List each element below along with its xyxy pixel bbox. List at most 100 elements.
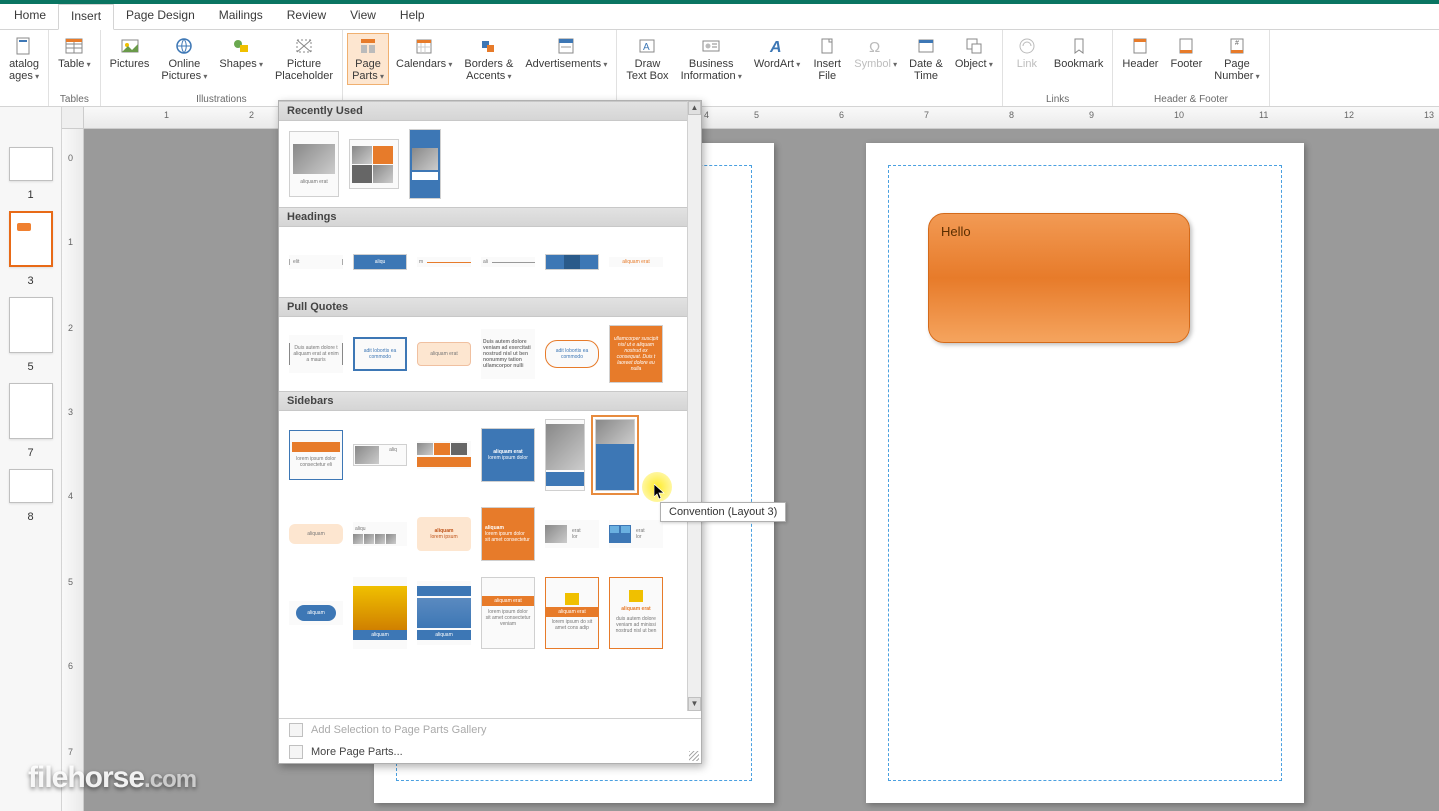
sidebar-thumb-11[interactable]: eratlor: [545, 520, 599, 548]
sidebar-thumb-16[interactable]: aliquam eratlorem ipsum dolor sit amet c…: [481, 577, 535, 649]
more-parts-icon: [289, 745, 303, 759]
footer-button[interactable]: Footer: [1165, 33, 1207, 73]
ruler-corner: [62, 107, 84, 129]
page-thumb-3[interactable]: [9, 211, 53, 267]
group-label-header-footer: Header & Footer: [1117, 93, 1264, 106]
pullquote-thumb-4[interactable]: Duis autem dolore veniam ad exercitati n…: [481, 329, 535, 379]
tab-home[interactable]: Home: [2, 4, 58, 29]
svg-text:A: A: [769, 39, 782, 56]
object-icon: [964, 36, 984, 56]
sidebar-thumb-7[interactable]: aliquam: [289, 524, 343, 544]
catalog-pages-button[interactable]: atalogages: [4, 33, 44, 85]
sidebar-thumb-12[interactable]: eratlor: [609, 520, 663, 548]
group-label-tables: Tables: [53, 93, 96, 106]
shapes-button[interactable]: Shapes: [214, 33, 268, 73]
page-parts-gallery: Recently Used aliquam erat Headings elit…: [278, 100, 702, 764]
page-thumb-8[interactable]: [9, 469, 53, 503]
recent-thumb-3[interactable]: [409, 129, 441, 199]
header-button[interactable]: Header: [1117, 33, 1163, 73]
section-recently-used: Recently Used: [279, 101, 687, 121]
sidebar-thumb-13[interactable]: aliquam: [289, 601, 343, 625]
heading-thumb-5[interactable]: [545, 254, 599, 270]
sidebar-thumb-10[interactable]: aliquamlorem ipsum dolor sit amet consec…: [481, 507, 535, 561]
tab-insert[interactable]: Insert: [58, 4, 114, 30]
section-pull-quotes: Pull Quotes: [279, 297, 687, 317]
hello-text: Hello: [941, 224, 971, 239]
page-right[interactable]: Hello: [866, 143, 1304, 803]
page-thumb-1[interactable]: [9, 147, 53, 181]
heading-thumb-1[interactable]: elit: [289, 255, 343, 269]
sidebar-thumb-6-convention-layout-3[interactable]: [595, 419, 635, 491]
resize-grip-icon[interactable]: [689, 751, 699, 761]
tab-mailings[interactable]: Mailings: [207, 4, 275, 29]
insert-file-button[interactable]: InsertFile: [807, 33, 847, 85]
symbol-button[interactable]: Ω Symbol: [849, 33, 902, 73]
wordart-icon: A: [767, 36, 787, 56]
sidebar-thumb-18[interactable]: aliquam eratduis autem dolore veniam ad …: [609, 577, 663, 649]
tab-help[interactable]: Help: [388, 4, 437, 29]
sidebar-thumb-17[interactable]: aliquam eratlorem ipsum do sit amet cons…: [545, 577, 599, 649]
pullquote-thumb-3[interactable]: aliquam erat: [417, 342, 471, 366]
wordart-button[interactable]: A WordArt: [749, 33, 805, 73]
heading-thumb-3[interactable]: m: [417, 257, 471, 267]
page-number-button[interactable]: # PageNumber: [1209, 33, 1264, 85]
page-parts-button[interactable]: PageParts: [347, 33, 389, 85]
add-selection-to-gallery: Add Selection to Page Parts Gallery: [279, 719, 701, 741]
sidebar-thumb-8[interactable]: aliqu: [353, 522, 407, 546]
recent-thumb-2[interactable]: [349, 139, 399, 189]
pullquote-thumb-5[interactable]: adit lobortis ea commodo: [545, 340, 599, 368]
picture-placeholder-icon: [294, 36, 314, 56]
date-time-button[interactable]: Date &Time: [904, 33, 948, 85]
watermark: filehorse.com: [28, 761, 196, 795]
tab-view[interactable]: View: [338, 4, 388, 29]
gallery-scrollbar[interactable]: ▲ ▼: [687, 101, 701, 711]
page-thumb-5[interactable]: [9, 297, 53, 353]
tab-review[interactable]: Review: [275, 4, 338, 29]
scroll-down-icon[interactable]: ▼: [688, 697, 701, 711]
picture-placeholder-button[interactable]: PicturePlaceholder: [270, 33, 338, 85]
online-pictures-button[interactable]: OnlinePictures: [156, 33, 212, 85]
sidebar-thumb-15[interactable]: aliquam: [417, 581, 471, 645]
tab-page-design[interactable]: Page Design: [114, 4, 207, 29]
more-page-parts[interactable]: More Page Parts...: [279, 741, 701, 763]
advertisements-button[interactable]: Advertisements: [520, 33, 612, 73]
heading-thumb-4[interactable]: ali: [481, 257, 535, 267]
hello-text-box[interactable]: Hello: [928, 213, 1190, 343]
recent-thumb-1[interactable]: aliquam erat: [289, 131, 339, 197]
sidebar-thumb-2[interactable]: aliq: [353, 444, 407, 466]
page-thumb-7[interactable]: [9, 383, 53, 439]
bookmark-button[interactable]: Bookmark: [1049, 33, 1109, 73]
object-button[interactable]: Object: [950, 33, 998, 73]
page-parts-icon: [358, 36, 378, 56]
sidebar-thumb-14[interactable]: aliquam: [353, 577, 407, 649]
pullquote-thumb-6[interactable]: ullamcorper suscipit nisl ut e aliquam n…: [609, 325, 663, 383]
text-box-icon: A: [637, 36, 657, 56]
pullquote-thumb-2[interactable]: adit lobortis ea commodo: [353, 337, 407, 371]
business-info-button[interactable]: BusinessInformation: [676, 33, 747, 85]
table-button[interactable]: Table: [53, 33, 96, 73]
borders-accents-button[interactable]: Borders &Accents: [459, 33, 518, 85]
calendars-button[interactable]: Calendars: [391, 33, 457, 73]
group-label-pages: [4, 93, 44, 106]
ribbon-tabs: Home Insert Page Design Mailings Review …: [0, 4, 1439, 30]
section-sidebars: Sidebars: [279, 391, 687, 411]
footer-icon: [1176, 36, 1196, 56]
draw-text-box-button[interactable]: A DrawText Box: [621, 33, 673, 85]
sidebar-thumb-4[interactable]: aliquam eratlorem ipsum dolor: [481, 428, 535, 482]
sidebar-thumb-3[interactable]: [417, 441, 471, 469]
heading-thumb-2[interactable]: aliqu: [353, 254, 407, 270]
pictures-icon: [120, 36, 140, 56]
sidebar-thumb-9[interactable]: aliquamlorem ipsum: [417, 517, 471, 551]
link-button[interactable]: Link: [1007, 33, 1047, 73]
scroll-up-icon[interactable]: ▲: [688, 101, 701, 115]
heading-thumb-6[interactable]: aliquam erat: [609, 257, 663, 267]
pullquote-thumb-1[interactable]: Duis autem dolore t aliquam erat at enim…: [289, 335, 343, 373]
sidebar-thumb-1[interactable]: lorem ipsum dolor consectetur eli: [289, 430, 343, 480]
ribbon: atalogages Table Tables Pictures OnlineP…: [0, 30, 1439, 107]
page-number-icon: #: [1227, 36, 1247, 56]
svg-text:#: #: [1235, 40, 1239, 47]
vertical-ruler[interactable]: 0 1 2 3 4 5 6 7: [62, 129, 84, 811]
link-icon: [1017, 36, 1037, 56]
pictures-button[interactable]: Pictures: [105, 33, 155, 73]
sidebar-thumb-5[interactable]: [545, 419, 585, 491]
